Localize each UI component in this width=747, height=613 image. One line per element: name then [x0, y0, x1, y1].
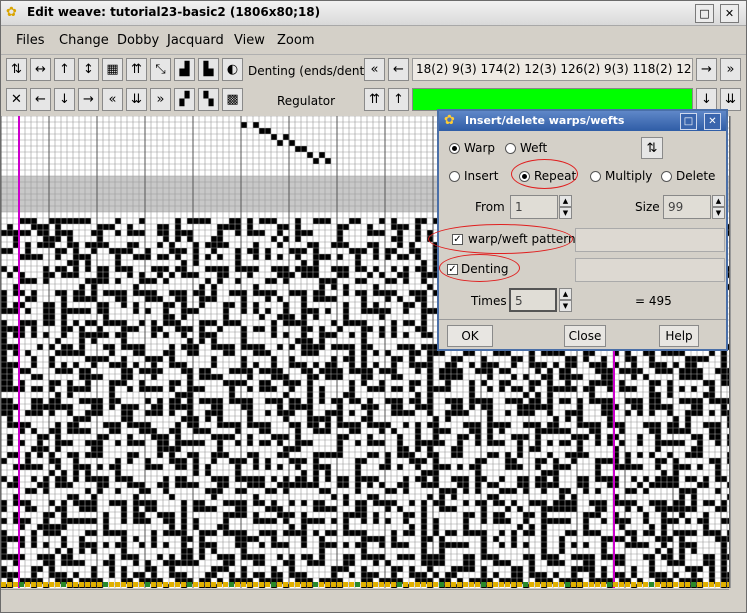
- menu-jacquard[interactable]: Jacquard: [167, 33, 224, 48]
- checker-icon[interactable]: ▩: [222, 88, 243, 111]
- double-down-icon[interactable]: ⇊: [720, 88, 741, 111]
- title-bar: ✿ Edit weave: tutorial23-basic2 (1806x80…: [1, 1, 746, 26]
- double-shift-down-icon[interactable]: ⇊: [126, 88, 147, 111]
- double-shift-right-icon[interactable]: »: [150, 88, 171, 111]
- times-spinner[interactable]: ▲ ▼: [559, 288, 572, 312]
- times-input[interactable]: 5: [509, 288, 557, 312]
- radio-multiply-label: Multiply: [605, 169, 653, 183]
- times-result: = 495: [635, 294, 672, 308]
- size-label: Size: [635, 200, 660, 214]
- menu-bar: Files Change Dobby Jacquard View Zoom: [1, 27, 746, 55]
- close-dialog-button[interactable]: Close: [564, 325, 606, 347]
- denting-field[interactable]: [575, 258, 725, 282]
- diagonal-icon[interactable]: ⤡: [150, 58, 171, 81]
- step-up-icon[interactable]: ▞: [174, 88, 195, 111]
- arrow-up-icon[interactable]: ↑: [54, 58, 75, 81]
- radio-repeat[interactable]: [519, 171, 530, 182]
- double-up-icon[interactable]: ⇈: [126, 58, 147, 81]
- radio-weft-label: Weft: [520, 141, 548, 155]
- from-spinner[interactable]: ▲ ▼: [559, 195, 572, 219]
- arrow-right-icon[interactable]: →: [696, 58, 717, 81]
- insert-delete-dialog: ✿ Insert/delete warps/wefts □ ✕ Warp Wef…: [428, 109, 728, 351]
- dialog-title: Insert/delete warps/wefts: [465, 114, 625, 127]
- double-right-icon[interactable]: »: [720, 58, 741, 81]
- dialog-close-button[interactable]: ✕: [704, 113, 721, 130]
- radio-delete-label: Delete: [676, 169, 716, 183]
- denting-checkbox[interactable]: ✓: [447, 264, 458, 275]
- dialog-title-bar: ✿ Insert/delete warps/wefts □ ✕: [439, 111, 726, 131]
- vertical-scrollbar[interactable]: [730, 116, 746, 588]
- close-button[interactable]: ✕: [720, 4, 739, 23]
- swap-direction-icon[interactable]: ⇅: [641, 137, 663, 159]
- regulator-bar[interactable]: [412, 88, 693, 111]
- double-up-icon-2[interactable]: ⇈: [364, 88, 385, 111]
- dialog-divider: [439, 319, 726, 320]
- radio-delete[interactable]: [661, 171, 672, 182]
- half-fill-icon[interactable]: ◐: [222, 58, 243, 81]
- shift-left-icon[interactable]: ←: [30, 88, 51, 111]
- radio-repeat-label: Repeat: [534, 169, 577, 183]
- from-label: From: [475, 200, 505, 214]
- radio-insert-label: Insert: [464, 169, 499, 183]
- times-label: Times: [471, 294, 507, 308]
- pattern-checkbox[interactable]: ✓: [452, 234, 463, 245]
- twill-up-icon[interactable]: ▟: [174, 58, 195, 81]
- from-input[interactable]: 1: [510, 195, 558, 219]
- size-spinner[interactable]: ▲ ▼: [712, 195, 725, 219]
- menu-change[interactable]: Change: [59, 33, 109, 48]
- shift-down-icon[interactable]: ↓: [54, 88, 75, 111]
- denting-label: Denting (ends/dent): [248, 64, 369, 78]
- pattern-checkbox-label: warp/weft pattern: [468, 232, 576, 246]
- denting-sequence[interactable]: 18(2) 9(3) 174(2) 12(3) 126(2) 9(3) 118(…: [412, 58, 693, 81]
- double-left-icon[interactable]: «: [364, 58, 385, 81]
- radio-warp[interactable]: [449, 143, 460, 154]
- denting-checkbox-label: Denting: [461, 262, 509, 276]
- double-shift-left-icon[interactable]: «: [102, 88, 123, 111]
- radio-weft[interactable]: [505, 143, 516, 154]
- arrow-left-icon[interactable]: ←: [388, 58, 409, 81]
- radio-warp-label: Warp: [464, 141, 496, 155]
- dialog-maximize-button[interactable]: □: [680, 113, 697, 130]
- regulator-label: Regulator: [277, 94, 336, 108]
- invert-icon[interactable]: ▦: [102, 58, 123, 81]
- twill-down-icon[interactable]: ▙: [198, 58, 219, 81]
- app-icon: ✿: [6, 5, 17, 20]
- swap-icon[interactable]: ⇅: [6, 58, 27, 81]
- menu-zoom[interactable]: Zoom: [277, 33, 314, 48]
- menu-dobby[interactable]: Dobby: [117, 33, 159, 48]
- status-bar: [1, 599, 746, 612]
- step-down-icon[interactable]: ▚: [198, 88, 219, 111]
- menu-view[interactable]: View: [234, 33, 265, 48]
- dialog-app-icon: ✿: [444, 113, 455, 128]
- arrow-down-icon[interactable]: ↓: [696, 88, 717, 111]
- radio-insert[interactable]: [449, 171, 460, 182]
- size-input[interactable]: 99: [663, 195, 711, 219]
- arrow-up-icon-2[interactable]: ↑: [388, 88, 409, 111]
- window-title: Edit weave: tutorial23-basic2 (1806x80;1…: [27, 5, 321, 19]
- help-button[interactable]: Help: [659, 325, 699, 347]
- maximize-button[interactable]: □: [695, 4, 714, 23]
- radio-multiply[interactable]: [590, 171, 601, 182]
- shift-right-icon[interactable]: →: [78, 88, 99, 111]
- menu-files[interactable]: Files: [16, 33, 45, 48]
- mirror-vertical-icon[interactable]: ↕: [78, 58, 99, 81]
- pattern-field[interactable]: [575, 228, 725, 252]
- clear-icon[interactable]: ✕: [6, 88, 27, 111]
- ok-button[interactable]: OK: [447, 325, 493, 347]
- mirror-horizontal-icon[interactable]: ↔: [30, 58, 51, 81]
